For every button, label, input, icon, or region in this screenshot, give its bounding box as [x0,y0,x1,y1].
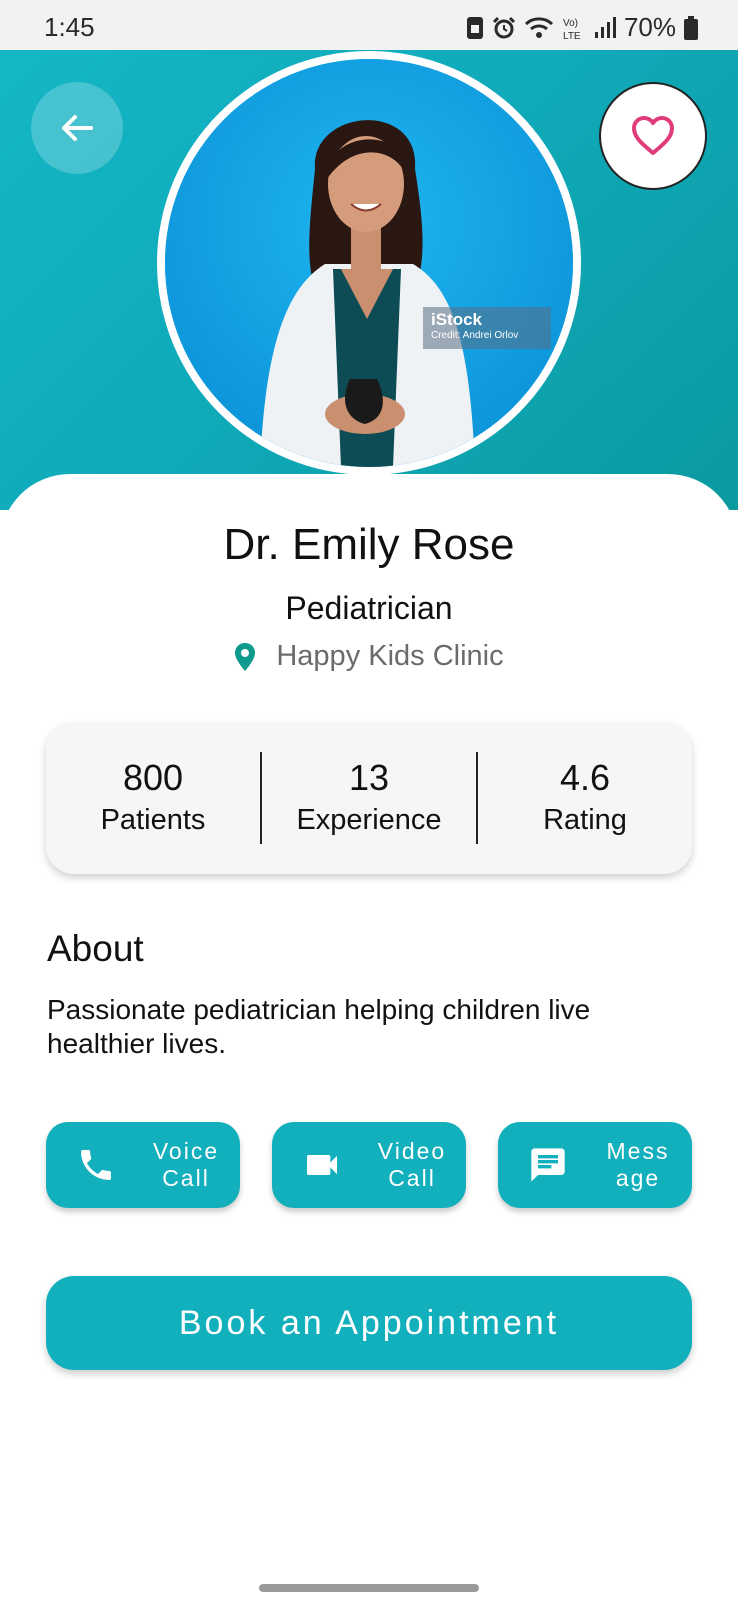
message-button[interactable]: Mess age [498,1122,692,1208]
status-time: 1:45 [44,12,95,42]
stats-card: 800 Patients 13 Experience 4.6 Rating [46,722,692,874]
doctor-photo: iStock Credit: Andrei Orlov [165,59,573,467]
watermark-credit: Credit: Andrei Orlov [431,330,519,341]
stat-value: 13 [348,757,390,798]
battery-text: 70% [623,12,676,42]
sim-icon [466,16,483,39]
status-icons: Vo) LTE 70% [466,12,698,43]
message-label: Mess age [606,1138,670,1191]
wifi-icon [524,16,553,38]
about-heading: About [47,928,144,969]
doctor-specialty: Pediatrician [285,590,453,626]
location-pin-icon [235,642,256,671]
back-button[interactable] [31,82,123,174]
video-camera-icon [307,1155,337,1175]
voice-call-label: Voice Call [152,1138,220,1191]
arrow-left-icon [62,115,93,141]
photo-watermark: iStock Credit: Andrei Orlov [423,307,551,349]
stat-label: Rating [543,804,627,836]
stat-value: 800 [122,757,184,798]
doctor-photo-frame: iStock Credit: Andrei Orlov [157,51,581,475]
about-text: Passionate pediatrician helping children… [47,994,591,1059]
stat-label: Experience [296,804,442,836]
svg-text:Vo): Vo) [563,18,578,29]
contact-actions: Voice Call Video Call Mess age [46,1122,692,1208]
alarm-icon [492,16,516,38]
signal-icon [594,16,616,38]
stat-rating: 4.6 Rating [478,756,692,840]
video-call-label: Video Call [377,1138,447,1191]
volte-icon: Vo) LTE [563,18,581,41]
doctor-name: Dr. Emily Rose [223,520,515,569]
favorite-button[interactable] [599,82,707,190]
home-indicator[interactable] [259,1584,479,1592]
book-appointment-button[interactable]: Book an Appointment [46,1276,692,1370]
doctor-location: Happy Kids Clinic [0,640,738,673]
stat-label: Patients [100,804,206,836]
phone-icon [81,1150,111,1180]
clinic-name: Happy Kids Clinic [276,640,504,672]
message-icon [531,1148,565,1182]
battery-icon [684,15,698,40]
heart-outline-icon [632,116,674,155]
watermark-brand: iStock [431,310,483,329]
stat-patients: 800 Patients [46,756,260,840]
voice-call-button[interactable]: Voice Call [46,1122,240,1208]
stat-value: 4.6 [559,757,611,798]
svg-text:LTE: LTE [563,31,581,41]
status-bar: 1:45 Vo) LTE 70% [0,0,738,50]
video-call-button[interactable]: Video Call [272,1122,466,1208]
stat-experience: 13 Experience [262,756,476,840]
